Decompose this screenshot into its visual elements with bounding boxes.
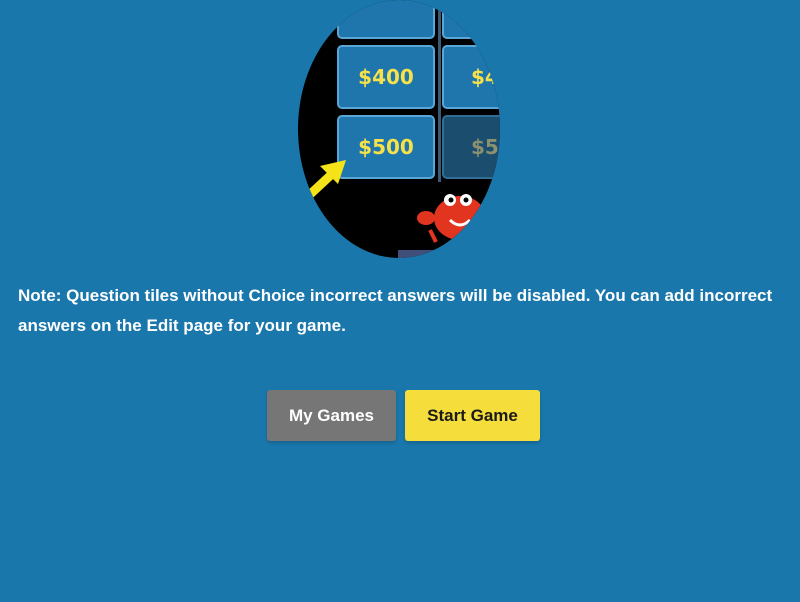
tile-500-label: $500 [358,135,414,159]
tile-400-partial-label: $4 [471,65,499,89]
my-games-button[interactable]: My Games [267,390,396,441]
disabled-tiles-note: Note: Question tiles without Choice inco… [18,286,773,335]
game-board-preview-image: $400 $4 $500 $50 [298,0,500,258]
tile-400-label: $400 [358,65,414,89]
start-game-button[interactable]: Start Game [405,390,540,441]
game-board-preview: $400 $4 $500 $50 [298,0,500,258]
action-buttons: My Games Start Game [267,390,540,441]
game-ready-screen: $400 $4 $500 $50 [0,0,800,602]
tile-500-disabled-label: $50 [471,135,500,159]
